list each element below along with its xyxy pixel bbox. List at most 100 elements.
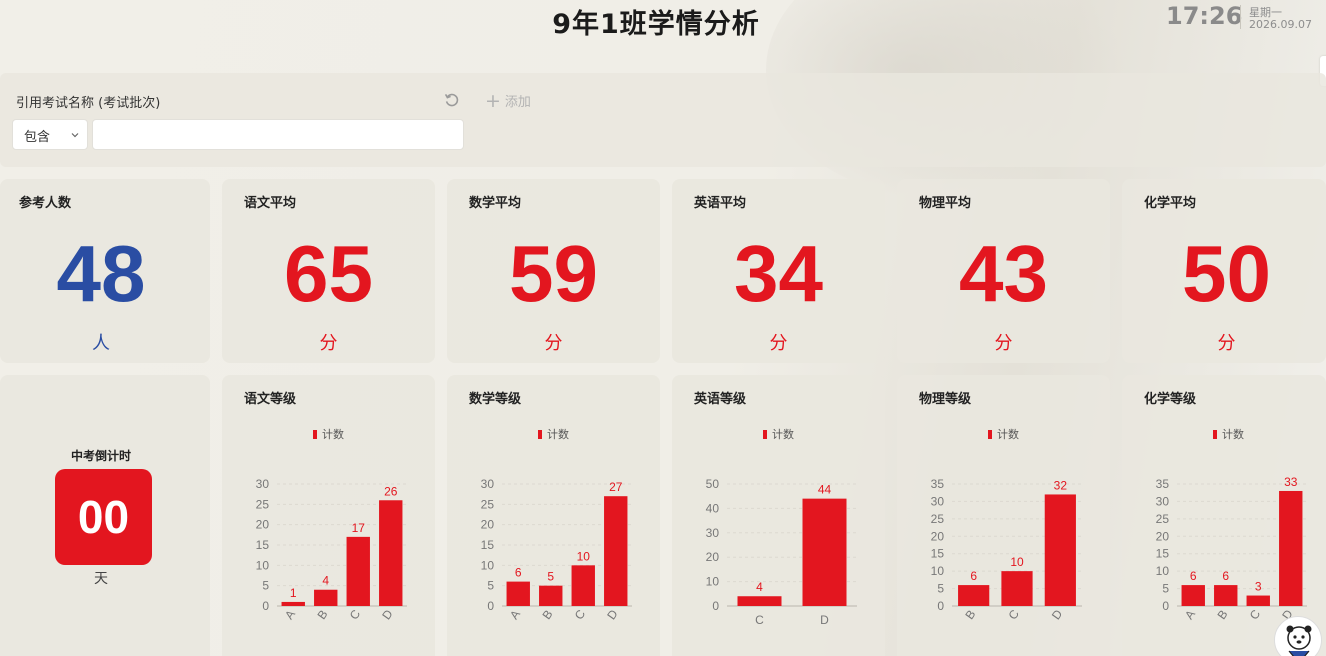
y-tick-label: 15 (481, 538, 495, 552)
data-label: 6 (515, 566, 522, 580)
data-label: 3 (1255, 580, 1262, 594)
data-label: 5 (547, 570, 554, 584)
y-tick-label: 20 (481, 518, 495, 532)
x-tick-label: C (1247, 607, 1264, 622)
data-label: 1 (290, 586, 297, 600)
y-tick-label: 30 (931, 494, 945, 508)
data-label: 32 (1054, 478, 1068, 492)
bar (1214, 585, 1238, 606)
y-tick-label: 0 (937, 599, 944, 613)
filter-label: 引用考试名称 (考试批次) (16, 96, 161, 111)
y-tick-label: 20 (256, 518, 270, 532)
bar (802, 498, 847, 606)
refresh-icon[interactable] (444, 92, 460, 108)
y-tick-label: 40 (706, 501, 720, 515)
x-tick-label: C (1006, 607, 1023, 622)
stat-card-unit: 分 (319, 333, 338, 354)
operator-select[interactable]: 包含 (12, 119, 88, 150)
data-label: 6 (1222, 569, 1229, 583)
clock-time: 17:26 (1166, 2, 1243, 30)
bar-chart: 051015202530356A6B3C33D (1156, 475, 1307, 622)
stat-card-unit: 分 (544, 333, 563, 354)
bar (604, 496, 628, 606)
stat-card-unit: 人 (92, 333, 110, 354)
y-tick-label: 5 (487, 579, 494, 593)
y-tick-label: 35 (931, 477, 945, 491)
chart-card-math-grade: 数学等级 计数 0 5 10 15 20 25 30 6 A 5 B 10 C 27 D (447, 375, 660, 656)
y-tick-label: 0 (487, 599, 494, 613)
bar (281, 601, 305, 606)
stat-card-title: 语文平均 (244, 196, 297, 211)
x-tick-label: B (539, 607, 555, 622)
y-tick-label: 50 (706, 477, 720, 491)
clock-divider (1240, 5, 1241, 29)
data-label: 6 (1190, 569, 1197, 583)
y-tick-label: 25 (931, 512, 945, 526)
y-tick-label: 15 (1156, 547, 1170, 561)
stat-card-title: 数学平均 (469, 196, 522, 211)
y-tick-label: 10 (256, 558, 270, 572)
x-tick-label: D (604, 607, 621, 622)
y-tick-label: 15 (256, 538, 270, 552)
y-tick-label: 10 (1156, 564, 1170, 578)
x-tick-label: C (347, 607, 364, 622)
y-tick-label: 25 (1156, 512, 1170, 526)
bar (958, 585, 990, 606)
y-tick-label: 25 (256, 497, 270, 511)
bar (737, 596, 782, 606)
stat-card-chemistry: 化学平均 50 分 (1122, 179, 1326, 363)
add-button-label: 添加 (504, 95, 531, 110)
y-tick-label: 20 (706, 550, 720, 564)
stat-card-title: 参考人数 (19, 196, 72, 211)
bar (539, 585, 563, 606)
data-label: 4 (322, 574, 329, 588)
stat-card-physics: 物理平均 43 分 (897, 179, 1110, 363)
countdown-unit: 天 (94, 571, 108, 587)
operator-select-value: 包含 (24, 130, 51, 145)
bar (506, 581, 530, 606)
y-tick-label: 0 (712, 599, 719, 613)
stat-card-unit: 分 (1217, 333, 1236, 354)
stat-card-chinese: 语文平均 65 分 (222, 179, 435, 363)
stat-card-title: 化学平均 (1144, 196, 1197, 211)
y-tick-label: 10 (706, 575, 720, 589)
stat-card-english: 英语平均 34 分 (672, 179, 885, 363)
x-tick-label: A (507, 607, 523, 622)
exam-name-input[interactable] (92, 119, 464, 150)
x-tick-label: D (820, 613, 829, 627)
y-tick-label: 20 (931, 529, 945, 543)
countdown-value: 00 (55, 469, 152, 565)
bar (1044, 494, 1076, 606)
bar (1246, 595, 1270, 606)
bar-chart: 0510152025306A5B10C27D (481, 477, 632, 622)
data-label: 4 (756, 580, 763, 594)
assistant-avatar-icon[interactable] (1274, 616, 1322, 656)
stat-card-title: 英语平均 (694, 196, 747, 211)
clock-date: 2026.09.07 (1249, 18, 1312, 31)
data-label: 10 (577, 549, 591, 563)
x-tick-label: A (1182, 607, 1198, 622)
stat-card-value: 48 (56, 229, 146, 318)
y-tick-label: 10 (931, 564, 945, 578)
stat-card-participants: 参考人数 48 人 (0, 179, 210, 363)
bar (314, 589, 338, 606)
y-tick-label: 20 (1156, 529, 1170, 543)
y-tick-label: 10 (481, 558, 495, 572)
y-tick-label: 35 (1156, 477, 1170, 491)
bar-chart: 0 5 10 15 20 25 30 35 6 B 10 C 32 D (931, 477, 1082, 622)
chart-card-english-grade: 英语等级 计数 0 10 20 30 40 50 4 C 44 D (672, 375, 885, 656)
x-tick-label: B (314, 607, 330, 622)
bar-chart: 0 10 20 30 40 50 4 C 44 D (706, 477, 857, 627)
y-tick-label: 5 (262, 579, 269, 593)
chart-card-physics-grade: 物理等级 计数 0 5 10 15 20 25 30 35 6 B 10 C 32 D (897, 375, 1110, 656)
add-button[interactable]: + 添加 (485, 91, 531, 110)
y-tick-label: 30 (481, 477, 495, 491)
page-title: 9年1班学情分析 (552, 9, 760, 40)
x-tick-label: A (282, 607, 298, 622)
stat-card-value: 43 (959, 229, 1048, 318)
data-label: 10 (1010, 555, 1024, 569)
bar-chart: 0 5 10 15 20 25 30 1 A 4 B 17 C 26 D (256, 477, 407, 622)
x-tick-label: C (755, 613, 764, 627)
bar (1181, 585, 1205, 606)
y-tick-label: 15 (931, 547, 945, 561)
